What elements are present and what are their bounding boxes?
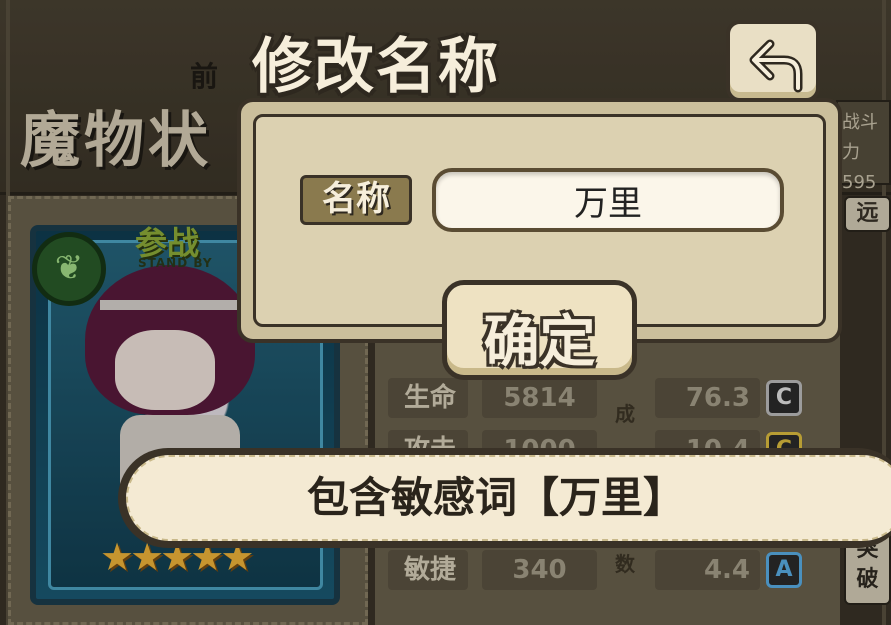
back-button[interactable]	[726, 20, 820, 102]
confirm-button[interactable]: 确定	[442, 280, 637, 380]
back-arrow-icon	[749, 39, 803, 93]
dialog-title: 修改名称	[252, 32, 500, 102]
name-label: 名称	[300, 175, 412, 225]
toast-message: 包含敏感词【万里】	[306, 473, 685, 522]
name-input[interactable]	[432, 168, 784, 232]
confirm-button-label: 确定	[483, 309, 596, 375]
